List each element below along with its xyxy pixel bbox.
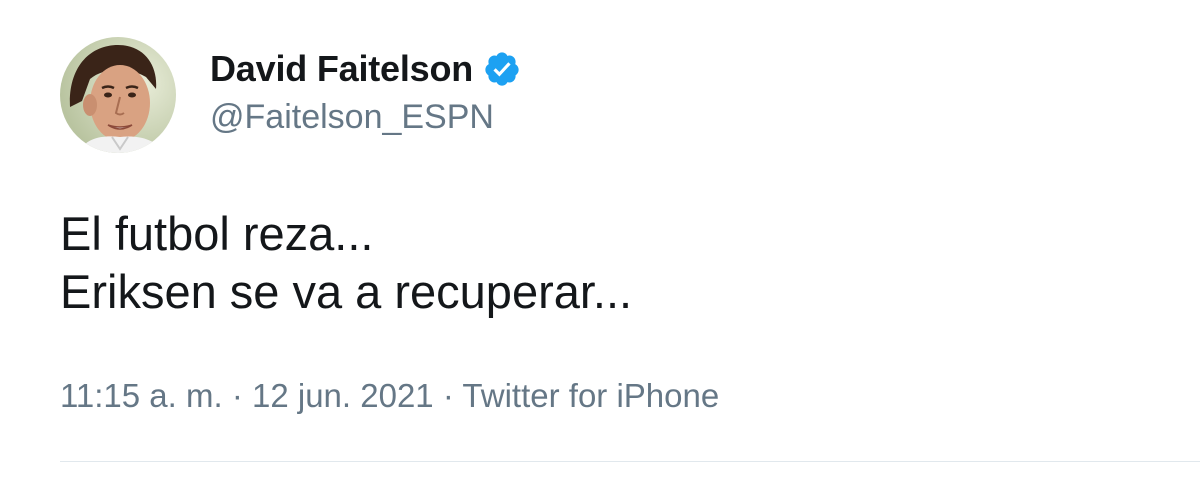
meta-separator: · xyxy=(231,377,243,414)
meta-separator: · xyxy=(442,377,454,414)
tweet-text: El futbol reza... Eriksen se va a recupe… xyxy=(60,205,632,321)
author-name-row: David Faitelson xyxy=(210,44,521,94)
divider xyxy=(60,461,1200,462)
tweet-card: David Faitelson @Faitelson_ESPN El futbo… xyxy=(0,0,1200,480)
profile-photo-icon xyxy=(60,37,176,153)
verified-badge-icon xyxy=(483,50,521,88)
tweet-date[interactable]: 12 jun. 2021 xyxy=(252,377,434,414)
author-handle[interactable]: @Faitelson_ESPN xyxy=(210,98,494,137)
tweet-source-link[interactable]: Twitter for iPhone xyxy=(462,377,719,414)
tweet-text-line: El futbol reza... xyxy=(60,207,374,260)
author-display-name[interactable]: David Faitelson xyxy=(210,48,473,90)
tweet-time[interactable]: 11:15 a. m. xyxy=(60,377,223,414)
tweet-text-line: Eriksen se va a recuperar... xyxy=(60,265,633,318)
avatar[interactable] xyxy=(60,37,176,153)
tweet-metadata: 11:15 a. m. · 12 jun. 2021 · Twitter for… xyxy=(60,377,719,415)
